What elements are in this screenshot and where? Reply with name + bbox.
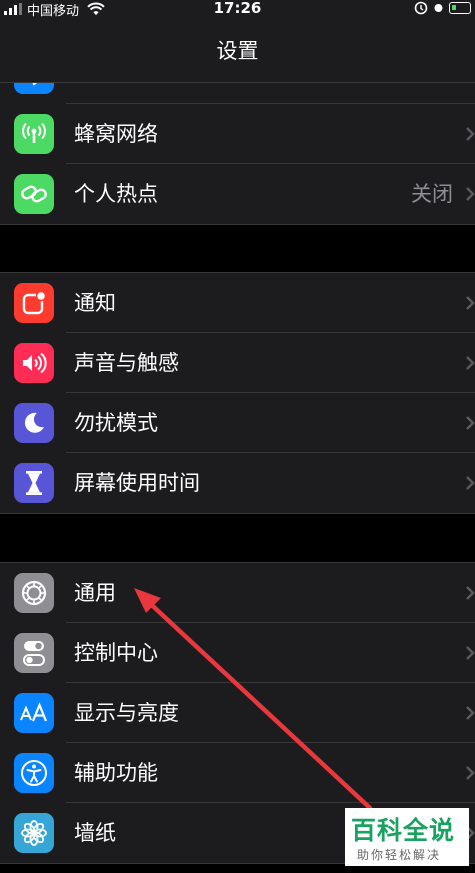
settings-row-control-center[interactable]: 控制中心 bbox=[0, 623, 475, 683]
chevron-right-icon bbox=[466, 356, 475, 370]
row-label: 通用 bbox=[74, 581, 116, 605]
location-lock-icon bbox=[414, 1, 428, 15]
page-title: 设置 bbox=[216, 39, 259, 63]
toggles-icon bbox=[14, 633, 54, 673]
status-time: 17:26 bbox=[213, 0, 262, 17]
settings-screen: 中国移动 17:26 设置 蓝牙 bbox=[0, 0, 475, 873]
row-label: 辅助功能 bbox=[74, 761, 158, 785]
status-bar: 中国移动 17:26 bbox=[0, 0, 475, 20]
chevron-right-icon bbox=[466, 187, 475, 201]
nav-bar: 设置 bbox=[0, 20, 475, 83]
chevron-right-icon bbox=[466, 476, 475, 490]
chevron-right-icon bbox=[466, 766, 475, 780]
row-label: 屏幕使用时间 bbox=[74, 471, 200, 495]
row-label: 通知 bbox=[74, 291, 116, 315]
settings-row-display[interactable]: 显示与亮度 bbox=[0, 683, 475, 743]
settings-row-hotspot[interactable]: 个人热点 关闭 bbox=[0, 164, 475, 224]
accessibility-icon bbox=[14, 753, 54, 793]
watermark-subtitle: 助你轻松解决 bbox=[357, 848, 442, 862]
settings-row-cellular[interactable]: 蜂窝网络 bbox=[0, 104, 475, 164]
row-label: 个人热点 bbox=[74, 182, 158, 206]
settings-row-general[interactable]: 通用 bbox=[0, 563, 475, 623]
watermark-title: 百科全说 bbox=[351, 816, 456, 845]
settings-row-screen-time[interactable]: 屏幕使用时间 bbox=[0, 453, 475, 513]
settings-row-do-not-disturb[interactable]: 勿扰模式 bbox=[0, 393, 475, 453]
watermark-logo: 百科全说 助你轻松解决 bbox=[345, 808, 469, 866]
row-label: 蜂窝网络 bbox=[74, 122, 158, 146]
chevron-right-icon bbox=[466, 416, 475, 430]
settings-row-notifications[interactable]: 通知 bbox=[0, 273, 475, 333]
hotspot-link-icon bbox=[14, 174, 54, 214]
gear-icon bbox=[14, 573, 54, 613]
row-label: 显示与亮度 bbox=[74, 701, 179, 725]
settings-row-accessibility[interactable]: 辅助功能 bbox=[0, 743, 475, 803]
row-label: 声音与触感 bbox=[74, 351, 179, 375]
chevron-right-icon bbox=[466, 706, 475, 720]
row-value: 关闭 bbox=[411, 182, 453, 206]
row-label: 墙纸 bbox=[74, 821, 116, 845]
cellular-antenna-icon bbox=[14, 114, 54, 154]
text-size-icon bbox=[14, 693, 54, 733]
speaker-icon bbox=[14, 343, 54, 383]
settings-row-sounds[interactable]: 声音与触感 bbox=[0, 333, 475, 393]
row-label: 控制中心 bbox=[74, 641, 158, 665]
row-label: 勿扰模式 bbox=[74, 411, 158, 435]
battery-icon bbox=[449, 2, 471, 14]
notification-icon bbox=[14, 283, 54, 323]
chevron-right-icon bbox=[466, 127, 475, 141]
alarm-icon bbox=[434, 4, 443, 12]
flower-icon bbox=[14, 813, 54, 853]
chevron-right-icon bbox=[466, 646, 475, 660]
hourglass-icon bbox=[14, 463, 54, 503]
settings-group-notifications: 通知 声音与触感 勿扰模式 屏幕使用时间 bbox=[0, 272, 475, 514]
chevron-right-icon bbox=[466, 586, 475, 600]
chevron-right-icon bbox=[466, 296, 475, 310]
moon-icon bbox=[14, 403, 54, 443]
